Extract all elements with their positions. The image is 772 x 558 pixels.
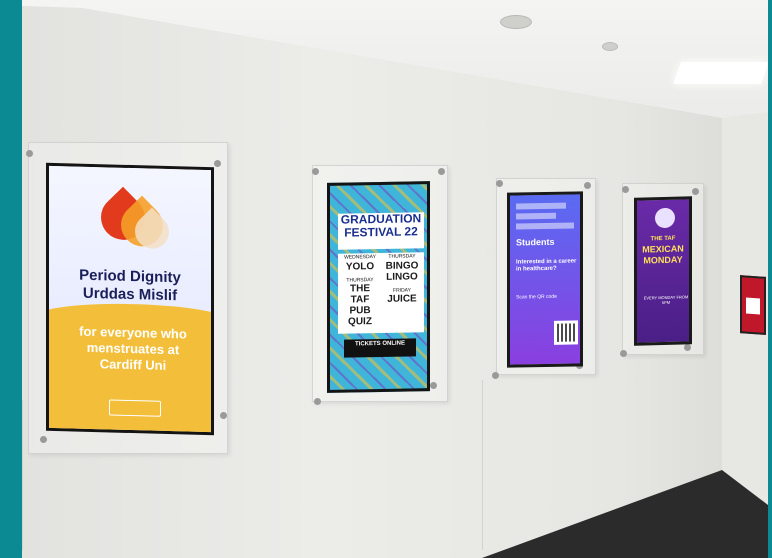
mexican-monday-screen: THE TAF MEXICAN MONDAY EVERY MONDAY FROM… [634, 196, 692, 346]
events-panel: WEDNESDAY YOLO THURSDAY THE TAF PUB QUIZ… [338, 252, 424, 334]
photo: Period Dignity Urddas Mislif for everyon… [22, 0, 768, 558]
event-name: YOLO [345, 260, 375, 273]
title-line-2: MONDAY [643, 254, 683, 266]
venue-label: THE TAF [650, 235, 676, 243]
text-bar [516, 212, 556, 220]
mount-bolt [684, 344, 691, 351]
ceiling-vent [602, 42, 618, 51]
mount-bolt [214, 160, 221, 167]
career-question: Interested in a career in healthcare? [516, 258, 577, 273]
title-line-2: FESTIVAL 22 [344, 223, 418, 240]
mount-bolt [312, 168, 319, 175]
qr-code [554, 320, 578, 345]
mount-bolt [692, 188, 699, 195]
mount-bolt [26, 150, 33, 157]
schedule-note: EVERY MONDAY FROM 5PM [643, 294, 689, 305]
mount-bolt [584, 182, 591, 189]
mount-bolt [492, 372, 499, 379]
wall-seam [22, 400, 23, 550]
text-bar [516, 222, 574, 230]
period-dignity-screen: Period Dignity Urddas Mislif for everyon… [46, 162, 214, 436]
qr-cta: Scan the QR code [516, 293, 557, 301]
event-name: JUICE [387, 293, 417, 305]
text-bar [516, 202, 566, 210]
healthcare-careers-screen: Students Interested in a career in healt… [507, 191, 583, 368]
mount-bolt [438, 168, 445, 175]
mount-bolt [620, 350, 627, 357]
university-logo [109, 399, 161, 417]
mount-bolt [220, 412, 227, 419]
partial-red-sign [740, 275, 766, 335]
ceiling-light [672, 62, 768, 84]
wall-seam [482, 380, 483, 550]
graduation-festival-screen: GRADUATION FESTIVAL 22 WEDNESDAY YOLO TH… [327, 181, 430, 393]
event-name: BINGO LINGO [385, 259, 419, 283]
tickets-banner: TICKETS ONLINE [344, 338, 416, 358]
title-panel: GRADUATION FESTIVAL 22 [338, 211, 424, 250]
event-name: THE TAF PUB QUIZ [348, 283, 372, 328]
ceiling-vent [500, 15, 532, 29]
students-heading: Students [516, 236, 555, 248]
mount-bolt [314, 398, 321, 405]
mount-bolt [496, 180, 503, 187]
sugar-skull-icon [655, 207, 675, 229]
mount-bolt [430, 382, 437, 389]
title-line-1: MEXICAN [642, 243, 684, 255]
mount-bolt [622, 186, 629, 193]
events-column-right: THURSDAY BINGO LINGO FRIDAY JUICE [382, 253, 422, 305]
events-column-left: WEDNESDAY YOLO THURSDAY THE TAF PUB QUIZ [340, 254, 380, 328]
mount-bolt [40, 436, 47, 443]
